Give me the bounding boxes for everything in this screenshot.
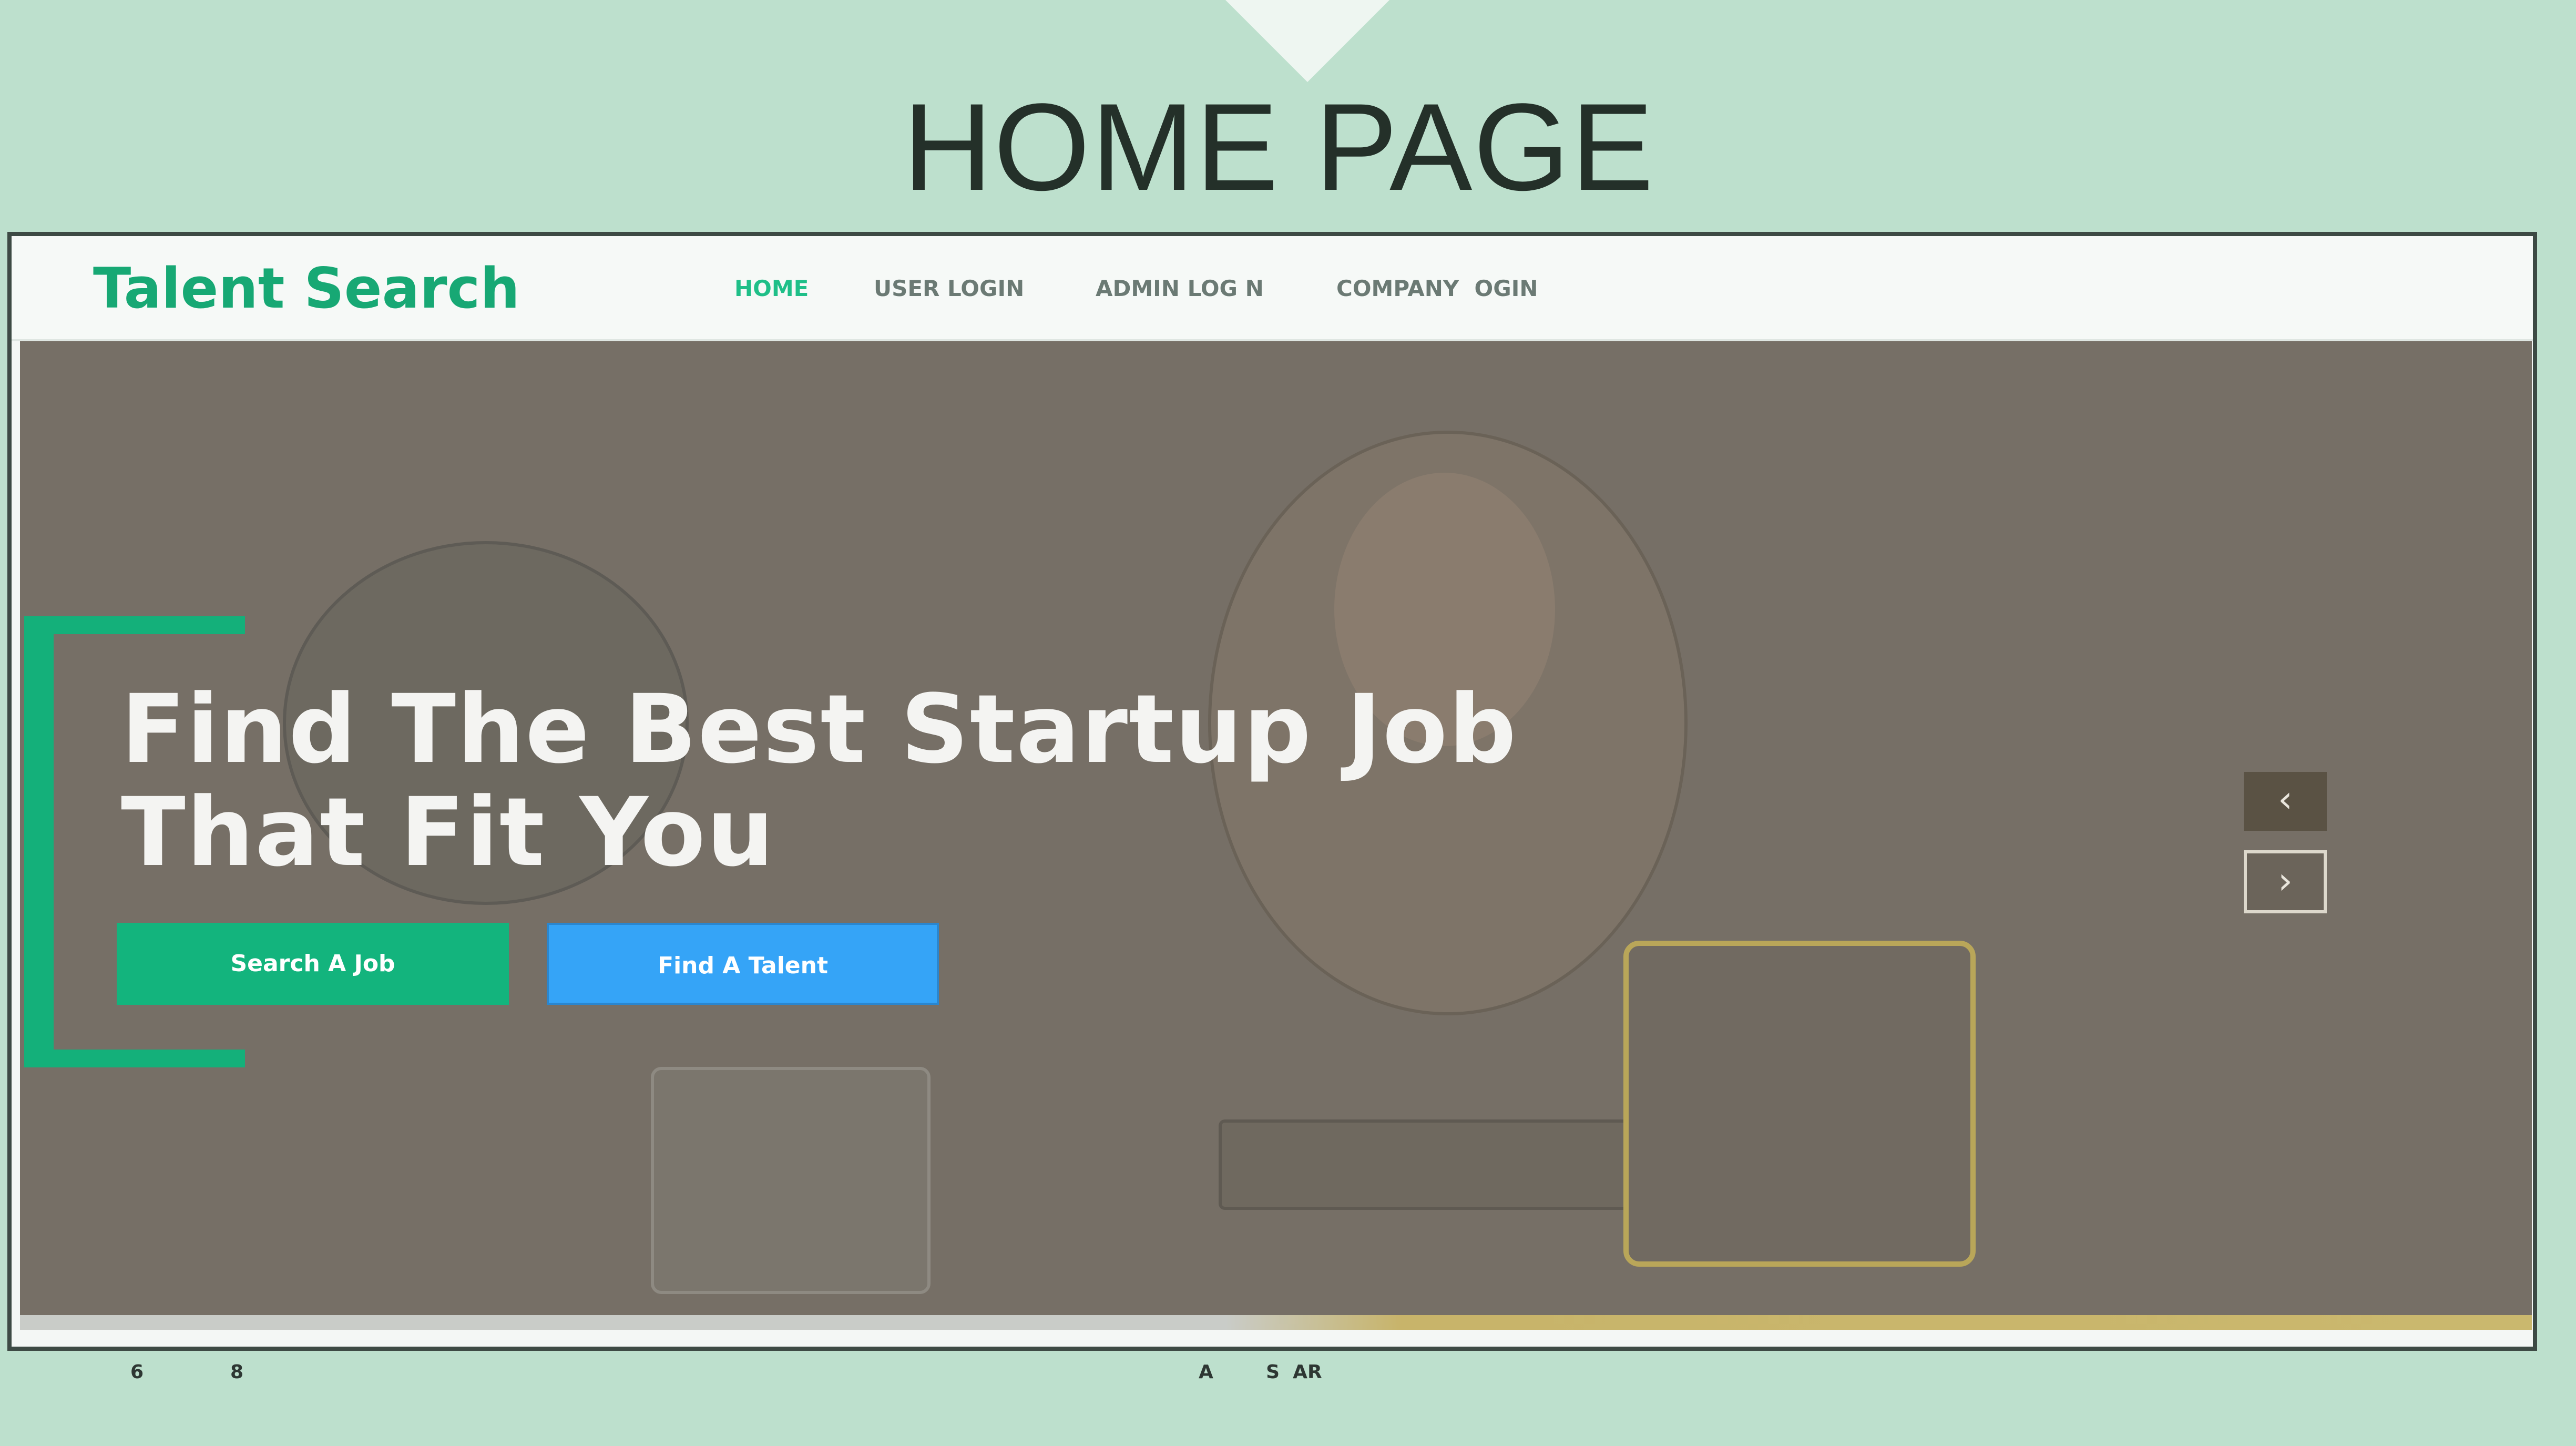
slide-title: HOME PAGE	[903, 78, 1655, 217]
hero-bottom-edge	[20, 1315, 2532, 1330]
hero-photo-plant-pot	[651, 1067, 931, 1294]
site-navbar: Talent Search HOME USER LOGIN ADMIN LOG …	[12, 236, 2533, 341]
nav-home-link[interactable]: HOME	[734, 273, 809, 304]
find-talent-button[interactable]: Find A Talent	[547, 923, 939, 1005]
search-job-button[interactable]: Search A Job	[117, 923, 509, 1005]
hero-headline-line1: Find The Best Startup Job	[121, 675, 1518, 785]
hero-bracket-bottom	[24, 1050, 245, 1067]
hero-headline-line2: That Fit You	[121, 778, 775, 888]
footer-date: 8	[230, 1361, 244, 1383]
hero-headline: Find The Best Startup Job That Fit You	[121, 678, 1803, 884]
hero-bracket-left	[24, 616, 54, 1067]
footer-title: A S AR	[1199, 1361, 1322, 1383]
nav-company-login-link[interactable]: COMPANY OGIN	[1336, 273, 1538, 304]
carousel-next-button[interactable]: ›	[2244, 850, 2327, 913]
nav-admin-login-link[interactable]: ADMIN LOG N	[1096, 273, 1264, 304]
chevron-right-icon: ›	[2278, 859, 2293, 902]
footer-slide-number: 6	[130, 1361, 144, 1383]
carousel-prev-button[interactable]: ‹	[2244, 772, 2327, 831]
nav-user-login-link[interactable]: USER LOGIN	[874, 273, 1024, 304]
hero-bracket-top	[24, 616, 245, 634]
site-brand-logo[interactable]: Talent Search	[93, 260, 520, 318]
slide-top-notch	[1225, 0, 1389, 82]
chevron-left-icon: ‹	[2278, 778, 2293, 821]
hero-photo-notebook	[1623, 941, 1976, 1267]
